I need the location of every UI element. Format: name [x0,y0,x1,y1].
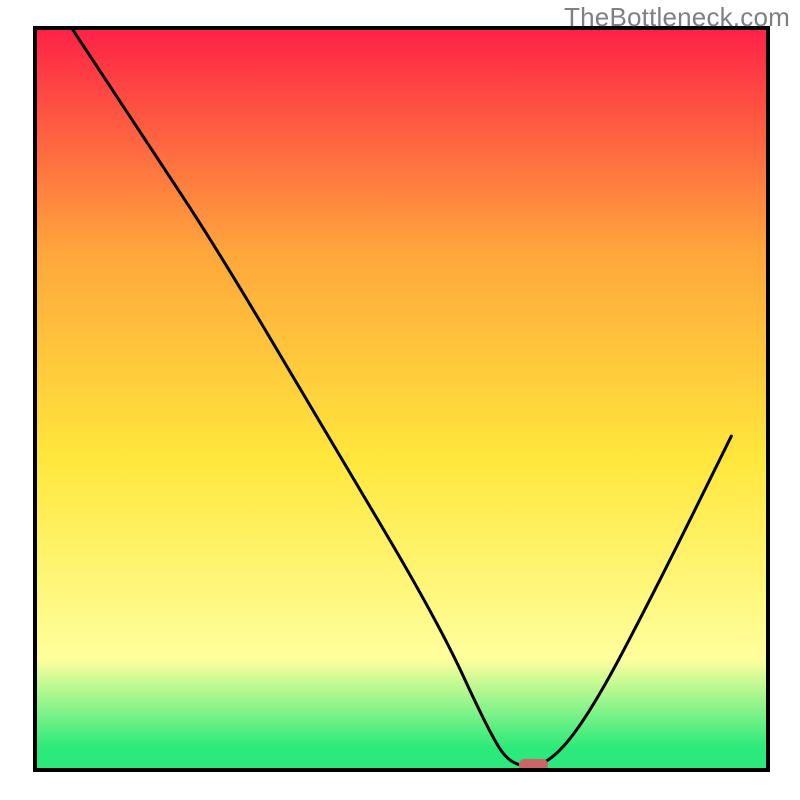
watermark-text: TheBottleneck.com [564,2,790,33]
bottleneck-chart [0,0,800,800]
